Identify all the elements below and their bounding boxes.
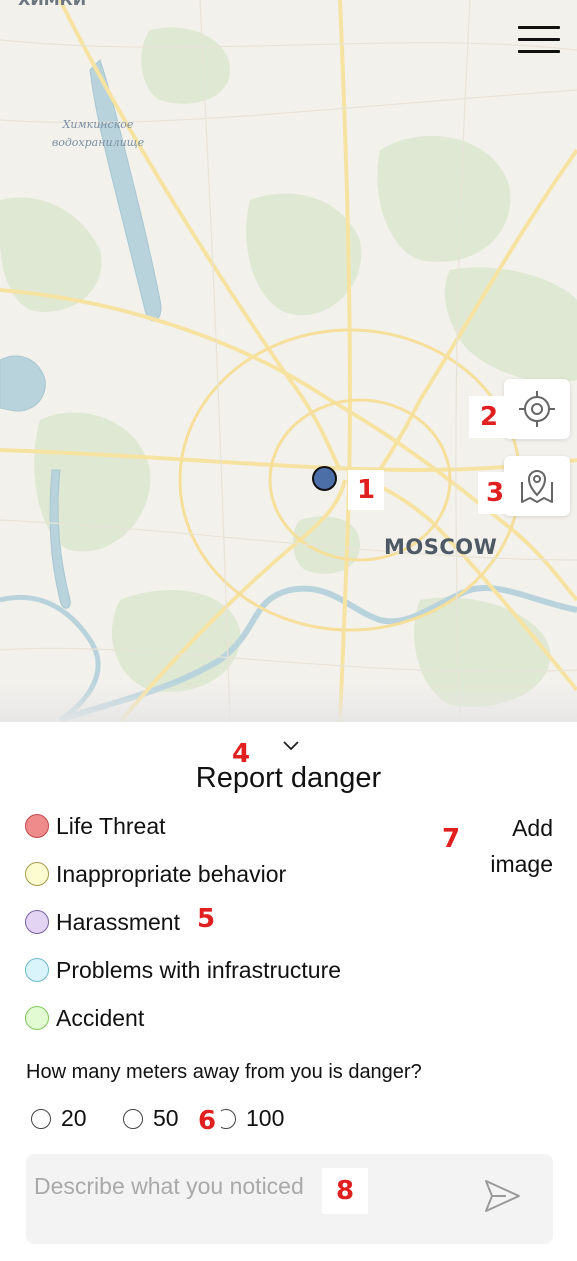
radio-label: 20 — [61, 1105, 87, 1131]
distance-question: How many meters away from you is danger? — [26, 1061, 422, 1083]
category-color-dot — [25, 910, 49, 934]
add-image-button[interactable]: Add image — [470, 810, 553, 882]
category-life-threat[interactable]: Life Threat — [25, 812, 166, 840]
map-water-label: Химкинское водохранилище — [51, 118, 145, 149]
annotation-badge-7: 7 — [436, 822, 466, 856]
page-title: Report danger — [195, 762, 382, 794]
report-danger-sheet: 4 Report danger Life Threat Inappropriat… — [0, 722, 577, 1261]
category-label: Life Threat — [56, 812, 166, 839]
distance-option-20[interactable]: 20 — [31, 1105, 87, 1132]
category-color-dot — [25, 958, 49, 982]
category-label: Problems with infrastructure — [56, 956, 342, 983]
category-color-dot — [25, 862, 49, 886]
map-bottom-fade — [0, 682, 577, 722]
category-label: Inappropriate behavior — [56, 860, 287, 887]
user-location-marker — [312, 466, 337, 491]
category-color-dot — [25, 1006, 49, 1030]
map-pin-button[interactable] — [504, 456, 570, 516]
annotation-badge-1: 1 — [348, 470, 384, 510]
annotation-badge-5: 5 — [192, 902, 220, 936]
send-icon[interactable] — [482, 1176, 522, 1216]
distance-option-50[interactable]: 50 — [123, 1105, 179, 1132]
category-infrastructure[interactable]: Problems with infrastructure — [25, 956, 341, 984]
crosshair-locate-icon — [519, 391, 555, 427]
map-pin-icon — [521, 469, 553, 503]
radio-label: 100 — [246, 1105, 285, 1131]
locate-me-button[interactable] — [504, 379, 570, 439]
annotation-badge-6: 6 — [193, 1104, 221, 1138]
annotation-badge-2: 2 — [469, 396, 509, 438]
category-label: Harassment — [56, 908, 180, 935]
radio-label: 50 — [153, 1105, 179, 1131]
category-label: Accident — [56, 1004, 145, 1031]
description-input[interactable] — [34, 1166, 464, 1206]
map-background — [0, 0, 577, 722]
category-color-dot — [25, 814, 49, 838]
hamburger-menu-icon[interactable] — [518, 26, 560, 56]
annotation-badge-3: 3 — [478, 472, 512, 514]
map-view[interactable]: ХИМКИ Химкинское водохранилище MOSCOW 1 … — [0, 0, 577, 722]
category-inappropriate-behavior[interactable]: Inappropriate behavior — [25, 860, 286, 888]
radio-ring — [123, 1108, 143, 1129]
annotation-badge-8: 8 — [322, 1168, 368, 1214]
category-accident[interactable]: Accident — [25, 1004, 144, 1032]
distance-option-100[interactable]: 100 — [216, 1105, 284, 1132]
map-city-label: MOSCOW — [384, 535, 498, 559]
category-harassment[interactable]: Harassment — [25, 908, 180, 936]
description-box — [26, 1154, 553, 1244]
radio-ring — [31, 1108, 51, 1129]
map-place-label: ХИМКИ — [18, 0, 86, 9]
chevron-down-icon[interactable] — [280, 738, 302, 754]
